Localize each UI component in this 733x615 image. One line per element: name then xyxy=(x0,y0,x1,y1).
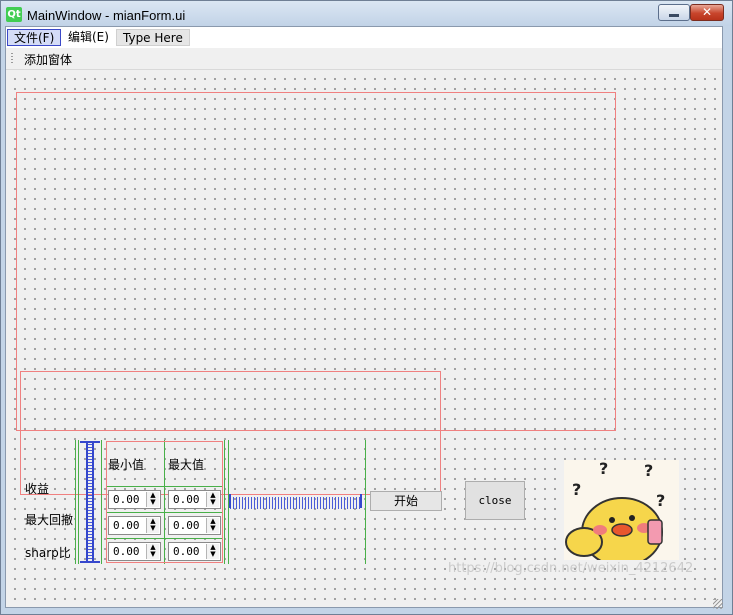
svg-text:?: ? xyxy=(572,480,581,499)
watermark-text: https://blog.csdn.net/weixin_4212642 xyxy=(448,561,694,576)
layout-separator xyxy=(75,440,76,564)
svg-text:?: ? xyxy=(656,491,665,510)
confused-chick-icon: ? ? ? ? xyxy=(564,460,679,560)
layout-separator xyxy=(224,440,225,564)
menu-edit[interactable]: 编辑(E) xyxy=(62,29,115,46)
spin-arrows-icon[interactable]: ▲ ▼ xyxy=(146,492,159,507)
minimize-button[interactable] xyxy=(658,4,690,21)
layout-separator xyxy=(101,440,102,564)
spin-down-arrow-icon[interactable]: ▼ xyxy=(210,550,215,558)
menu-type-here[interactable]: Type Here xyxy=(116,29,190,46)
spinbox-value: 0.00 xyxy=(113,545,140,558)
menu-bar: 文件(F) 编辑(E) Type Here xyxy=(6,27,722,48)
layout-separator xyxy=(365,440,366,564)
vertical-spacer xyxy=(86,441,94,563)
spinbox-value: 0.00 xyxy=(173,545,200,558)
spin-down-arrow-icon[interactable]: ▼ xyxy=(150,498,155,506)
spinbox-value: 0.00 xyxy=(113,519,140,532)
parameter-layout xyxy=(20,371,441,495)
close-window-button[interactable]: ✕ xyxy=(690,4,724,21)
spin-down-arrow-icon[interactable]: ▼ xyxy=(150,524,155,532)
horizontal-spacer-cap xyxy=(229,494,231,508)
sticker-image: ? ? ? ? xyxy=(564,460,679,560)
window-title: MainWindow - mianForm.ui xyxy=(27,8,186,23)
horizontal-spacer xyxy=(230,497,361,509)
row-label-return: 收益 xyxy=(25,482,50,496)
min-spinbox-drawdown[interactable]: 0.00 ▲ ▼ xyxy=(108,516,161,535)
vertical-spacer-cap xyxy=(80,561,100,563)
col-header-max: 最大值 xyxy=(168,458,205,472)
qt-logo-icon: Qt xyxy=(6,7,22,22)
min-spinbox-return[interactable]: 0.00 ▲ ▼ xyxy=(108,490,161,509)
spin-arrows-icon[interactable]: ▲ ▼ xyxy=(146,544,159,559)
spin-arrows-icon[interactable]: ▲ ▼ xyxy=(206,518,219,533)
row-label-sharp-ratio: sharp比 xyxy=(25,546,71,560)
svg-text:?: ? xyxy=(644,461,653,480)
spin-down-arrow-icon[interactable]: ▼ xyxy=(210,498,215,506)
spin-arrows-icon[interactable]: ▲ ▼ xyxy=(206,492,219,507)
toolbar-grip-icon[interactable] xyxy=(11,53,13,65)
spinbox-value: 0.00 xyxy=(113,493,140,506)
spin-down-arrow-icon[interactable]: ▼ xyxy=(150,550,155,558)
layout-separator xyxy=(78,440,79,564)
start-button[interactable]: 开始 xyxy=(370,491,442,511)
spin-arrows-icon[interactable]: ▲ ▼ xyxy=(146,518,159,533)
add-form-action[interactable]: 添加窗体 xyxy=(24,51,72,68)
spinbox-value: 0.00 xyxy=(173,493,200,506)
max-spinbox-sharp[interactable]: 0.00 ▲ ▼ xyxy=(168,542,221,561)
resize-grip-icon[interactable] xyxy=(713,599,723,609)
max-spinbox-return[interactable]: 0.00 ▲ ▼ xyxy=(168,490,221,509)
min-spinbox-sharp[interactable]: 0.00 ▲ ▼ xyxy=(108,542,161,561)
col-header-min: 最小值 xyxy=(108,458,145,472)
vertical-spacer-cap xyxy=(80,441,100,443)
max-spinbox-drawdown[interactable]: 0.00 ▲ ▼ xyxy=(168,516,221,535)
spinbox-value: 0.00 xyxy=(173,519,200,532)
spin-down-arrow-icon[interactable]: ▼ xyxy=(210,524,215,532)
menu-file[interactable]: 文件(F) xyxy=(7,29,62,46)
horizontal-spacer-cap xyxy=(360,494,362,508)
title-bar: Qt MainWindow - mianForm.ui ✕ xyxy=(1,1,732,26)
toolbar: 添加窗体 xyxy=(6,48,722,70)
row-label-max-drawdown: 最大回撤 xyxy=(25,513,74,527)
spin-arrows-icon[interactable]: ▲ ▼ xyxy=(206,544,219,559)
close-button[interactable]: close xyxy=(465,481,525,520)
svg-text:?: ? xyxy=(599,460,608,478)
